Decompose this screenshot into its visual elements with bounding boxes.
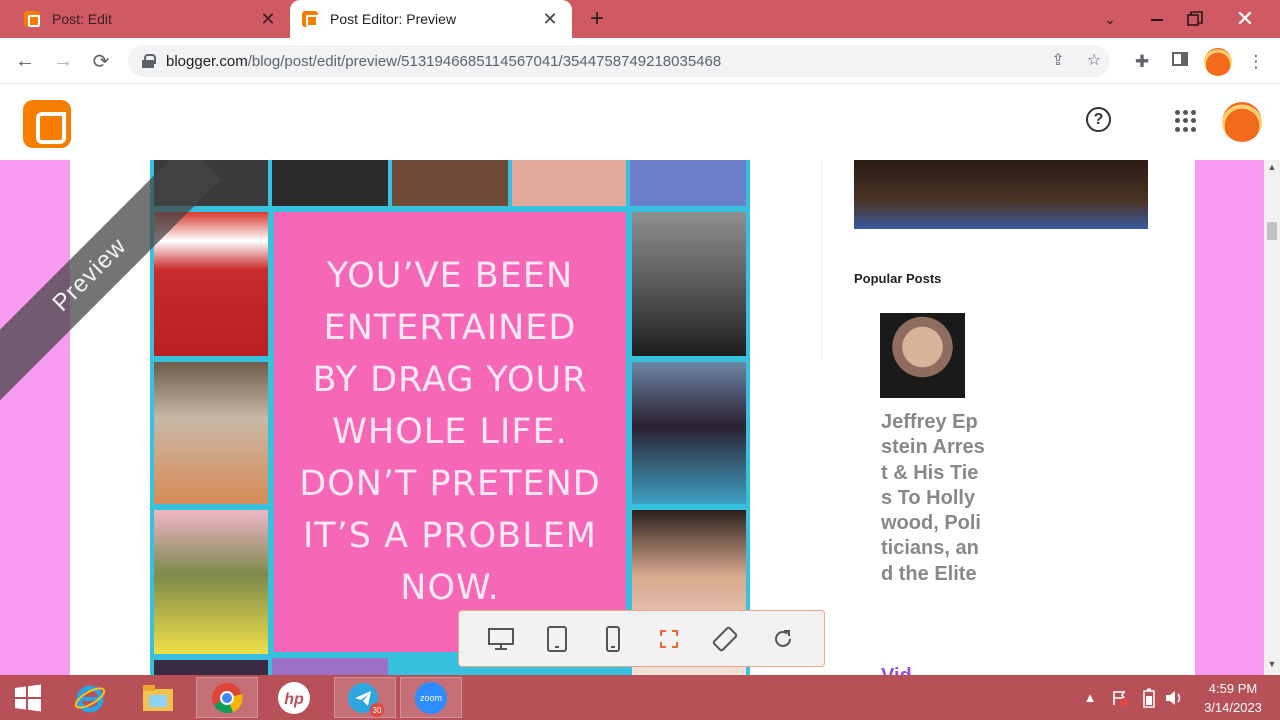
fullscreen-icon[interactable]: [655, 625, 683, 653]
zoom-icon[interactable]: zoom: [400, 677, 462, 718]
page-scrollbar[interactable]: ▲ ▼: [1264, 160, 1280, 675]
quote-line: IT’S A PROBLEM: [302, 516, 598, 556]
tablet-icon[interactable]: [543, 625, 571, 653]
rotate-screen-icon[interactable]: [711, 625, 739, 653]
profile-avatar[interactable]: [1204, 48, 1232, 76]
window-close-button[interactable]: ✕: [1218, 0, 1272, 38]
post-image-collage: YOU’VE BEEN ENTERTAINED BY DRAG YOUR WHO…: [150, 160, 750, 675]
side-panel-icon[interactable]: [1168, 50, 1192, 74]
sidebar-photo: [854, 160, 1148, 229]
popular-post-thumbnail[interactable]: [880, 313, 965, 398]
url-path: /blog/post/edit/preview/5131946685114567…: [247, 52, 722, 70]
popular-posts-heading: Popular Posts: [854, 271, 942, 286]
bookmark-star-icon[interactable]: ☆: [1084, 51, 1104, 71]
post-preview-area: YOU’VE BEEN ENTERTAINED BY DRAG YOUR WHO…: [0, 160, 1264, 675]
refresh-preview-icon[interactable]: [769, 625, 797, 653]
collage-photo: [392, 160, 508, 206]
svg-text:hp: hp: [284, 691, 304, 708]
file-explorer-icon[interactable]: [130, 677, 186, 718]
internet-explorer-icon[interactable]: [62, 677, 118, 718]
reload-icon[interactable]: ⟳: [86, 46, 116, 76]
show-hidden-icons-icon[interactable]: ▲: [1080, 675, 1100, 720]
tab-title: Post: Edit: [52, 11, 112, 27]
extensions-puzzle-icon[interactable]: ✚: [1130, 50, 1154, 74]
forward-arrow-icon[interactable]: →: [48, 46, 78, 76]
collage-photo: [630, 160, 746, 206]
collage-photo: [632, 362, 746, 504]
browser-tab-strip: Post: Edit ✕ Post Editor: Preview ✕ + ⌄ …: [0, 0, 1280, 38]
sidebar-divider: [821, 160, 822, 360]
hp-icon[interactable]: hp: [266, 677, 322, 718]
desktop-icon[interactable]: [487, 625, 515, 653]
blogger-favicon-icon: [302, 11, 318, 27]
telegram-badge: 30: [373, 706, 382, 715]
collage-photo: [154, 510, 268, 654]
collage-photo: [154, 362, 268, 504]
help-icon[interactable]: ?: [1086, 107, 1111, 132]
quote-line: WHOLE LIFE.: [332, 412, 568, 452]
lock-icon[interactable]: [142, 54, 156, 68]
blogger-logo-icon[interactable]: [23, 100, 71, 148]
chrome-icon[interactable]: [196, 677, 258, 718]
zoom-label: zoom: [420, 693, 442, 703]
device-preview-toolbar: [458, 610, 825, 667]
window-minimize-button[interactable]: [1140, 0, 1174, 38]
browser-menu-kebab-icon[interactable]: ⋮: [1244, 50, 1268, 74]
tab-close-icon[interactable]: ✕: [540, 9, 560, 30]
taskbar-clock[interactable]: 4:59 PM 3/14/2023: [1192, 679, 1274, 717]
collage-photo: [154, 212, 268, 356]
window-restore-button[interactable]: [1178, 0, 1212, 38]
quote-line: DON’T PRETEND: [299, 464, 601, 504]
mobile-icon[interactable]: [599, 625, 627, 653]
back-arrow-icon[interactable]: ←: [10, 46, 40, 76]
windows-taskbar: hp 30 zoom ▲ 4:59 PM 3/14/2023: [0, 675, 1280, 720]
account-avatar[interactable]: [1222, 102, 1262, 142]
tab-title: Post Editor: Preview: [330, 11, 457, 27]
tab-post-edit[interactable]: Post: Edit ✕: [12, 0, 290, 38]
blogger-favicon-icon: [24, 11, 40, 27]
windows-start-icon[interactable]: [0, 677, 56, 718]
browser-toolbar: ← → ⟳ blogger.com/blog/post/edit/preview…: [0, 38, 1280, 84]
clock-date: 3/14/2023: [1204, 700, 1262, 715]
url-domain: blogger.com: [166, 52, 248, 70]
new-tab-button[interactable]: +: [584, 6, 610, 32]
collage-photo: [154, 660, 268, 675]
tab-search-chevron-icon[interactable]: ⌄: [1096, 0, 1124, 38]
quote-line: ENTERTAINED: [323, 308, 577, 348]
quote-line: BY DRAG YOUR: [312, 360, 588, 400]
share-icon[interactable]: ⇪: [1048, 51, 1068, 71]
blog-page: YOU’VE BEEN ENTERTAINED BY DRAG YOUR WHO…: [70, 160, 1195, 675]
telegram-icon[interactable]: 30: [334, 677, 396, 718]
quote-panel: YOU’VE BEEN ENTERTAINED BY DRAG YOUR WHO…: [274, 212, 626, 652]
collage-photo: [512, 160, 626, 206]
popular-post-link[interactable]: Jeffrey Epstein Arrest & His Ties To Hol…: [881, 410, 986, 587]
battery-icon[interactable]: [1138, 675, 1160, 720]
collage-photo: [632, 212, 746, 356]
scroll-down-arrow-icon[interactable]: ▼: [1264, 659, 1280, 673]
popular-post-snippet[interactable]: Vid: [881, 665, 912, 675]
scroll-thumb[interactable]: [1267, 222, 1277, 240]
google-apps-icon[interactable]: [1175, 110, 1197, 132]
tab-post-editor-preview[interactable]: Post Editor: Preview ✕: [290, 0, 572, 38]
quote-line: YOU’VE BEEN: [326, 256, 574, 296]
collage-photo: [272, 658, 388, 675]
clock-time: 4:59 PM: [1208, 681, 1258, 696]
address-bar[interactable]: blogger.com/blog/post/edit/preview/51319…: [128, 45, 1110, 77]
collage-photo: [272, 160, 388, 206]
action-center-flag-icon[interactable]: [1108, 675, 1132, 720]
volume-icon[interactable]: [1162, 675, 1186, 720]
quote-line: NOW.: [400, 568, 500, 608]
blogger-header: ?: [0, 84, 1280, 160]
tab-close-icon[interactable]: ✕: [258, 9, 278, 30]
scroll-up-arrow-icon[interactable]: ▲: [1264, 162, 1280, 176]
